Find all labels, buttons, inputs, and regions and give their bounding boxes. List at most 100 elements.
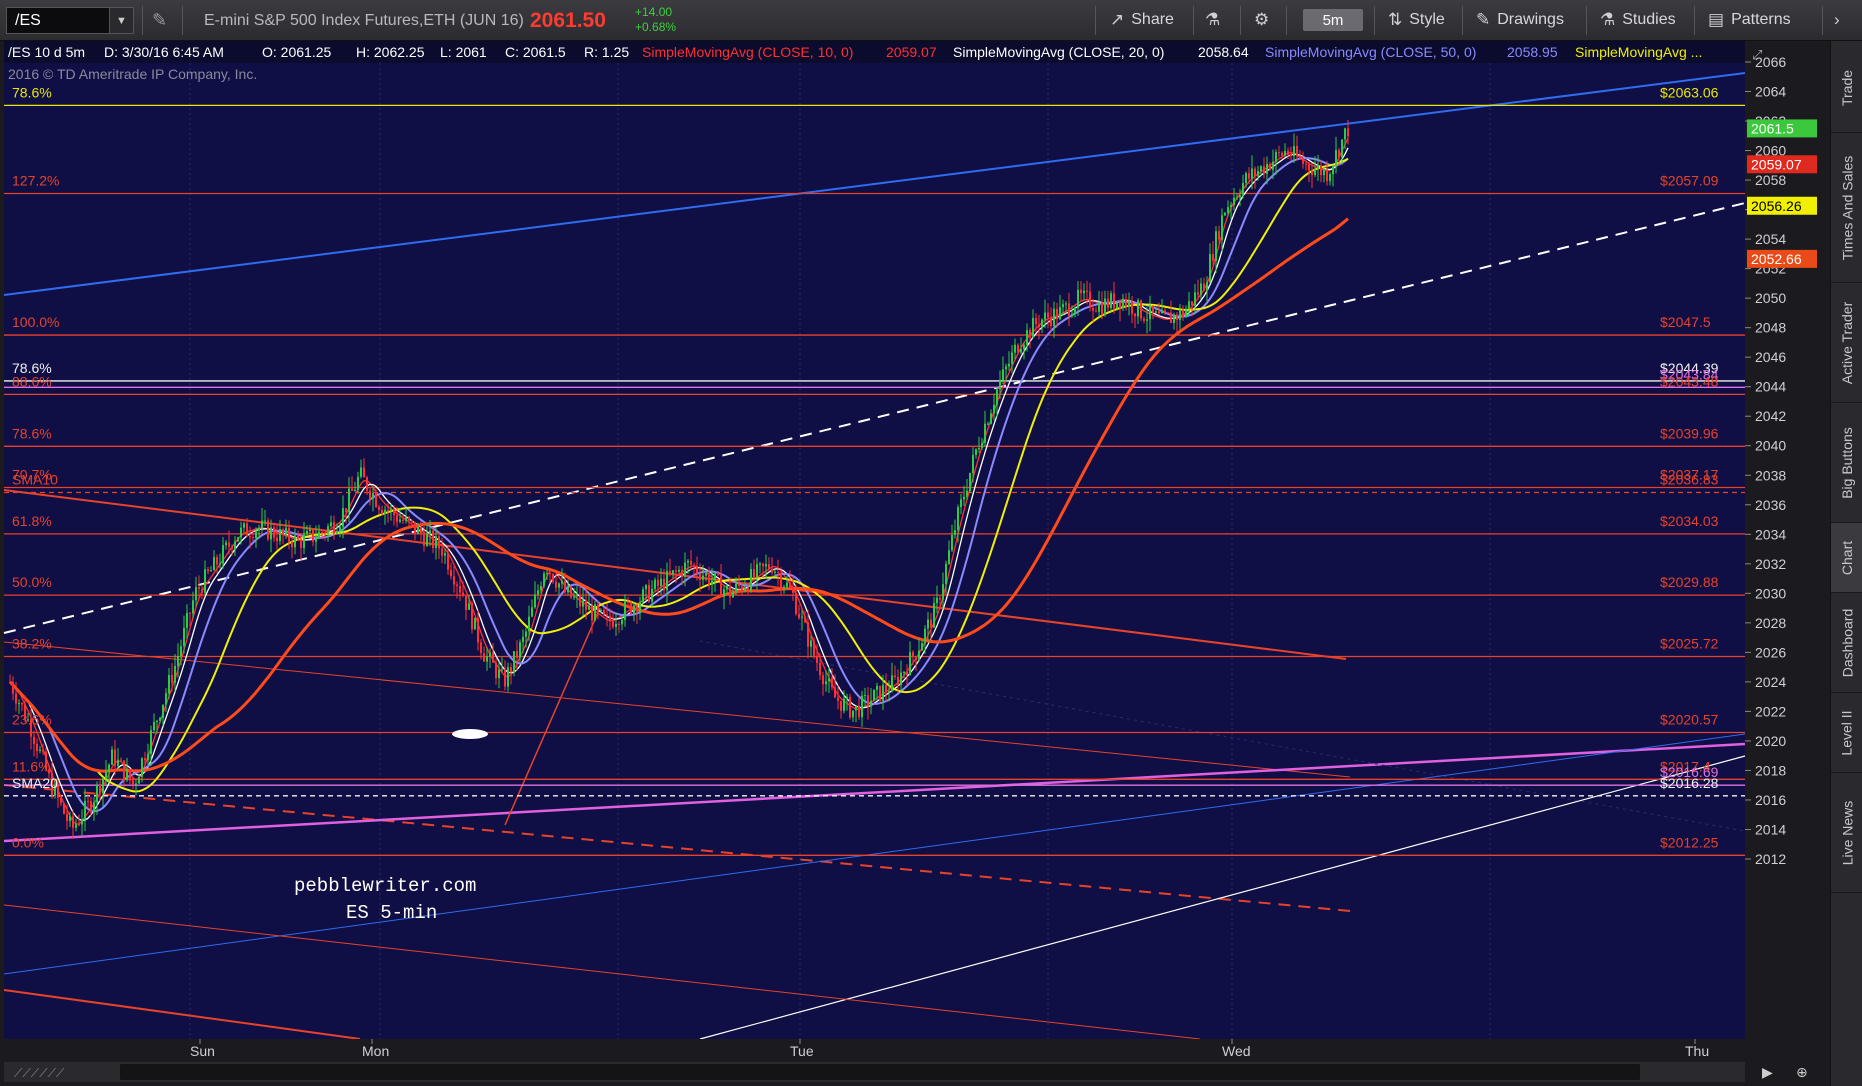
candle-body xyxy=(1281,152,1283,156)
candle-body xyxy=(879,685,881,701)
candle-body xyxy=(18,703,20,705)
candle-body xyxy=(576,595,578,597)
candle-body xyxy=(1248,173,1250,179)
candle-body xyxy=(1335,149,1337,167)
candle-body xyxy=(1143,318,1145,321)
sidebar-tab-big-buttons[interactable]: Big Buttons xyxy=(1831,403,1862,523)
flask-button[interactable]: ⚗ xyxy=(1205,10,1220,30)
candle-body xyxy=(1347,128,1349,137)
fib-label-left: 23.6% xyxy=(12,712,52,728)
header-text: /ES 10 d 5m D: 3/30/16 6:45 AM O: 2061.2… xyxy=(8,44,1702,60)
expand-icon[interactable]: ⤢ xyxy=(1752,47,1762,62)
patterns-button[interactable]: ▤ Patterns xyxy=(1708,10,1791,30)
timeframe-button[interactable]: 5m xyxy=(1303,9,1363,31)
candle-body xyxy=(903,671,905,673)
style-button[interactable]: ⇅ Style xyxy=(1388,10,1445,30)
sidebar-tab-active-trader[interactable]: Active Trader xyxy=(1831,283,1862,403)
candle-body xyxy=(1278,152,1280,154)
instrument-description: E-mini S&P 500 Index Futures,ETH (JUN 16… xyxy=(204,12,524,29)
candle-body xyxy=(411,520,413,523)
candle-body xyxy=(1221,215,1223,240)
candle-body xyxy=(480,642,482,654)
candle-body xyxy=(654,579,656,589)
sidebar-tab-label: Trade xyxy=(1839,69,1855,106)
candle-body xyxy=(1341,139,1343,158)
candle-body xyxy=(369,490,371,499)
sidebar-tab-label: Chart xyxy=(1839,540,1856,575)
symbol-text: /ES xyxy=(15,11,41,29)
candle-body xyxy=(444,553,446,556)
candle-body xyxy=(414,522,416,534)
sidebar-tab-trade[interactable]: Trade xyxy=(1831,43,1862,133)
sidebar-tab-chart[interactable]: Chart xyxy=(1831,523,1862,593)
candle-body xyxy=(429,530,431,534)
candle-body xyxy=(1260,166,1262,171)
sidebar-tab-times-and-sales[interactable]: Times And Sales xyxy=(1831,133,1862,283)
candle-body xyxy=(1104,298,1106,316)
pencil-icon[interactable]: ✎ xyxy=(152,10,167,31)
candle-body xyxy=(732,591,734,598)
sidebar-tab-live-news[interactable]: Live News xyxy=(1831,773,1862,893)
collapse-button[interactable]: › xyxy=(1834,10,1840,30)
time-axis[interactable] xyxy=(0,1039,1830,1061)
candle-body xyxy=(381,509,383,514)
time-tick-label: Wed xyxy=(1222,1043,1251,1059)
candle-body xyxy=(948,550,950,564)
candle-body xyxy=(864,695,866,697)
zoom-icon[interactable]: ⊕ xyxy=(1796,1064,1808,1080)
fib-label-left: 78.6% xyxy=(12,425,52,441)
candle-body xyxy=(663,578,665,591)
chart-area[interactable]: 78.6% $2063.06 127.2% $2057.09 100.0% $2047.5… xyxy=(0,41,1830,1086)
scroll-right-icon[interactable]: ▶ xyxy=(1762,1064,1773,1080)
divider xyxy=(1462,6,1463,35)
settings-button[interactable]: ⚙ xyxy=(1254,10,1269,30)
candle-body xyxy=(210,570,212,572)
candle-body xyxy=(1338,149,1340,158)
candle-body xyxy=(996,389,998,405)
candle-body xyxy=(228,542,230,547)
sidebar-tab-dashboard[interactable]: Dashboard xyxy=(1831,593,1862,693)
candle-body xyxy=(1200,283,1202,295)
candle-body xyxy=(1086,290,1088,292)
bar-open: O: 2061.25 xyxy=(262,44,331,60)
candle-body xyxy=(1026,330,1028,345)
candle-body xyxy=(1314,169,1316,176)
studies-button[interactable]: ⚗ Studies xyxy=(1600,10,1676,30)
price-tick-label: 2042 xyxy=(1755,408,1786,424)
divider xyxy=(1286,6,1287,35)
candle-body xyxy=(624,601,626,620)
candle-body xyxy=(537,590,539,595)
candle-body xyxy=(972,455,974,473)
candle-body xyxy=(606,614,608,616)
candle-body xyxy=(105,771,107,779)
candle-body xyxy=(540,586,542,591)
candle-body xyxy=(180,646,182,657)
candle-body xyxy=(579,595,581,607)
price-tick-label: 2034 xyxy=(1755,526,1786,542)
candle-body xyxy=(351,488,353,491)
candle-body xyxy=(1332,166,1334,175)
candle-body xyxy=(678,569,680,572)
fib-label-right: $2016.28 xyxy=(1660,775,1719,791)
candle-body xyxy=(837,697,839,701)
symbol-input[interactable]: /ES ▼ xyxy=(6,7,134,34)
candle-body xyxy=(981,442,983,448)
candle-body xyxy=(594,604,596,621)
watermark-site: pebblewriter.com xyxy=(294,875,476,897)
candle-body xyxy=(483,653,485,662)
scrollbar-thumb[interactable] xyxy=(120,1064,1640,1080)
sidebar-tab-level-ii[interactable]: Level II xyxy=(1831,693,1862,773)
candle-body xyxy=(672,570,674,574)
candle-body xyxy=(42,749,44,752)
price-tick-label: 2058 xyxy=(1755,172,1786,188)
candle-body xyxy=(216,556,218,565)
price-chart[interactable]: 78.6% $2063.06 127.2% $2057.09 100.0% $2047.5… xyxy=(0,41,1830,1086)
candle-body xyxy=(240,527,242,538)
candle-body xyxy=(204,569,206,593)
drawings-button[interactable]: ✎ Drawings xyxy=(1476,10,1564,30)
candle-body xyxy=(603,609,605,615)
share-button[interactable]: ↗ Share xyxy=(1110,10,1174,30)
candle-body xyxy=(330,522,332,527)
chevron-down-icon[interactable]: ▼ xyxy=(109,8,133,33)
copyright: 2016 © TD Ameritrade IP Company, Inc. xyxy=(8,66,257,82)
